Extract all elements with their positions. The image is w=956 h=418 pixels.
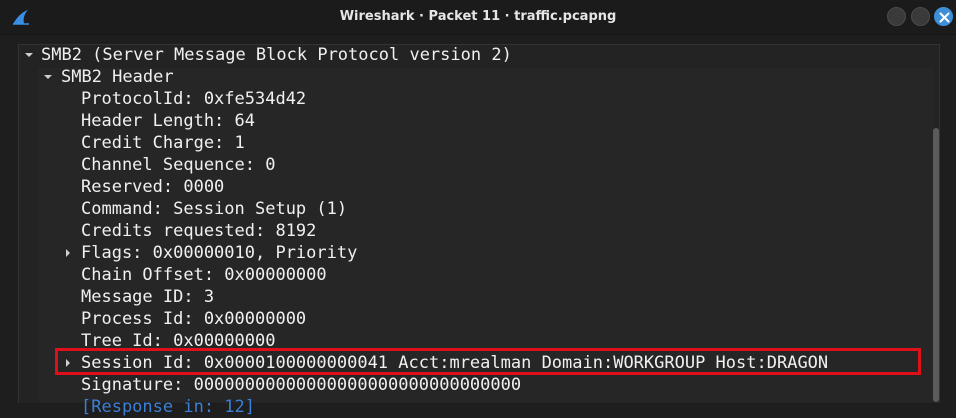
tree-item-reserved[interactable]: Reserved: 0000 xyxy=(81,176,224,198)
tree-item-channel-sequence[interactable]: Channel Sequence: 0 xyxy=(81,154,275,176)
expand-arrow-icon[interactable] xyxy=(25,53,33,57)
maximize-button[interactable] xyxy=(911,7,930,26)
tree-item-credits-requested[interactable]: Credits requested: 8192 xyxy=(81,220,316,242)
tree-item-header-length[interactable]: Header Length: 64 xyxy=(81,110,255,132)
tree-item-command[interactable]: Command: Session Setup (1) xyxy=(81,198,347,220)
tree-item-flags[interactable]: Flags: 0x00000010, Priority xyxy=(81,242,357,264)
tree-item-signature[interactable]: Signature: 00000000000000000000000000000… xyxy=(81,374,521,396)
response-in-link[interactable]: [Response in: 12] xyxy=(81,396,255,418)
scrollbar-thumb[interactable] xyxy=(933,128,939,402)
tree-item-chain-offset[interactable]: Chain Offset: 0x00000000 xyxy=(81,264,327,286)
highlight-box xyxy=(55,348,921,375)
tree-item-process-id[interactable]: Process Id: 0x00000000 xyxy=(81,308,306,330)
close-button[interactable] xyxy=(934,7,953,26)
window-title: Wireshark · Packet 11 · traffic.pcapng xyxy=(339,9,617,24)
tree-item-smb2-header[interactable]: SMB2 Header xyxy=(61,66,174,88)
expand-arrow-icon[interactable] xyxy=(44,75,52,79)
title-bar: Wireshark · Packet 11 · traffic.pcapng xyxy=(0,0,956,35)
tree-item-message-id[interactable]: Message ID: 3 xyxy=(81,286,214,308)
tree-item-credit-charge[interactable]: Credit Charge: 1 xyxy=(81,132,245,154)
close-icon xyxy=(939,12,950,23)
collapsed-arrow-icon[interactable] xyxy=(66,249,70,257)
minimize-button[interactable] xyxy=(887,7,906,26)
tree-item-smb2[interactable]: SMB2 (Server Message Block Protocol vers… xyxy=(41,44,512,66)
tree-item-protocol-id[interactable]: ProtocolId: 0xfe534d42 xyxy=(81,88,306,110)
